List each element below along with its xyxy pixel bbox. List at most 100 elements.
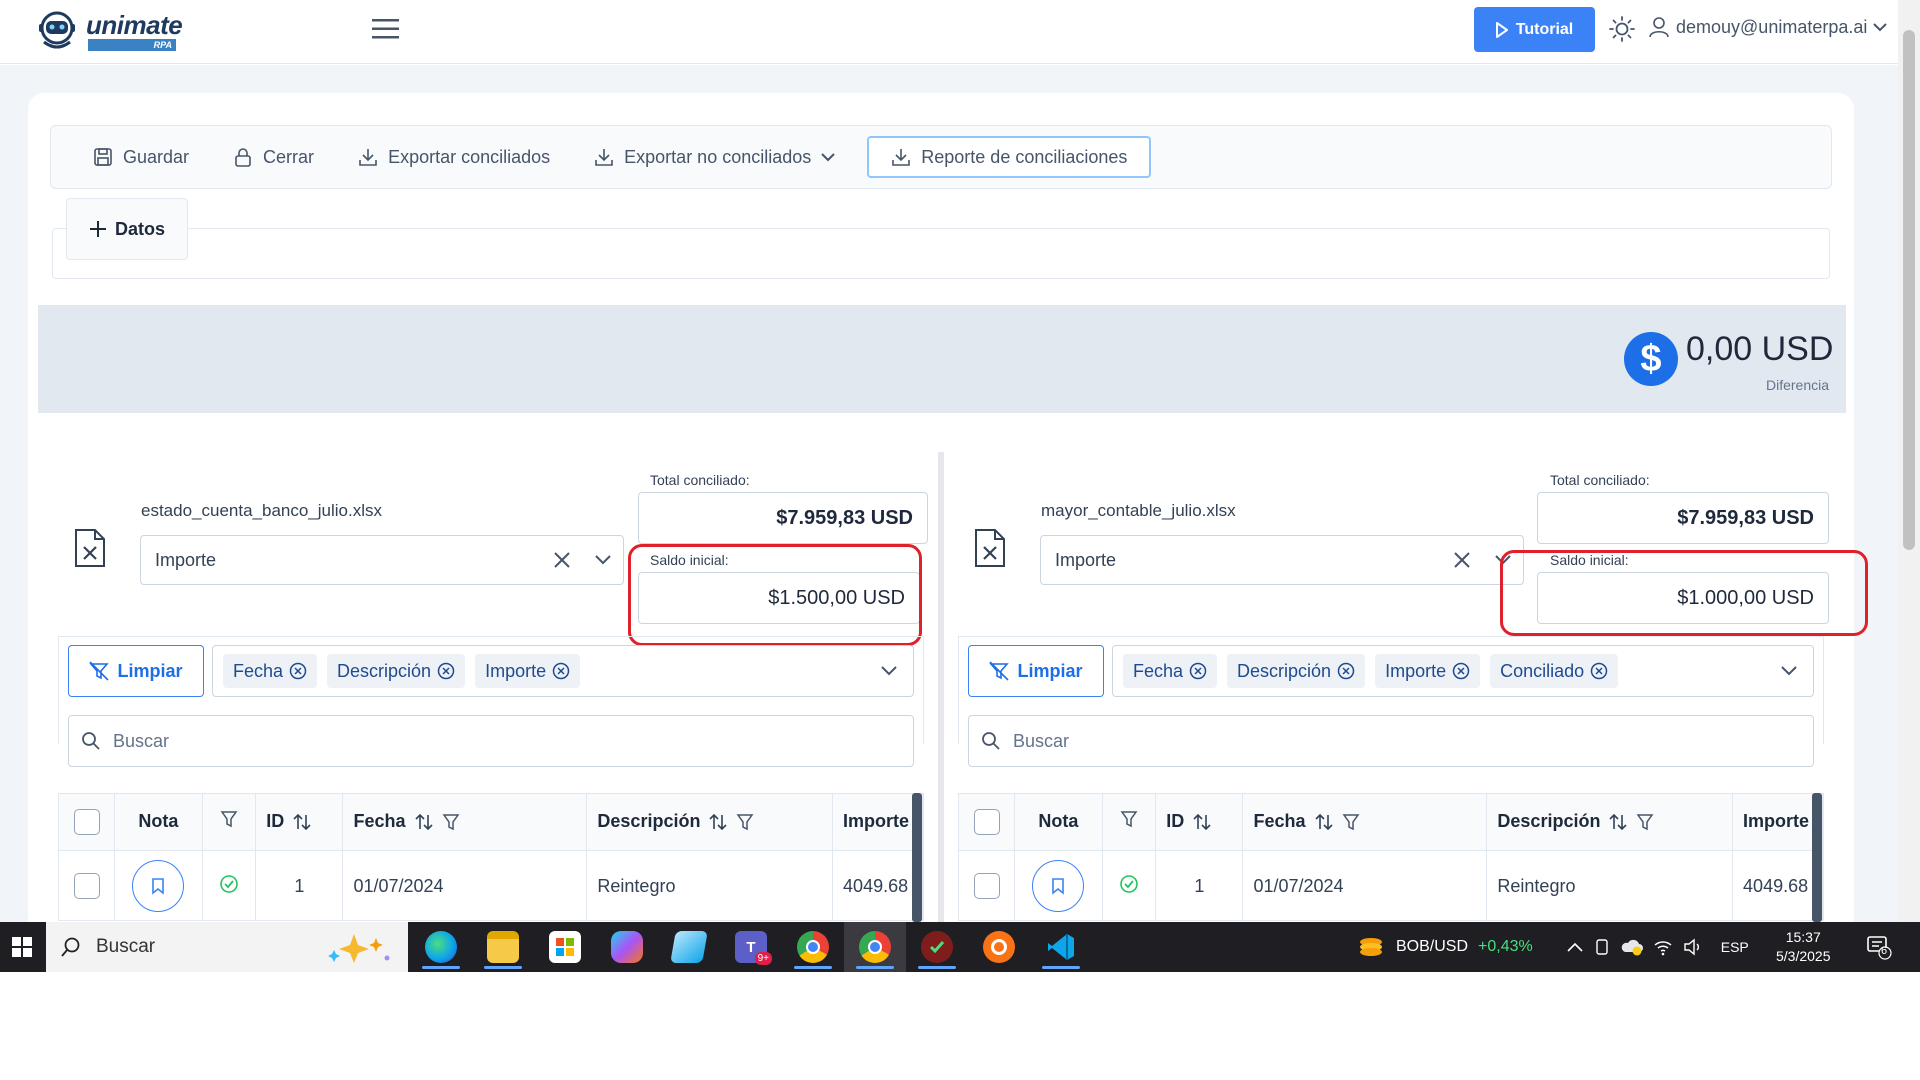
right-table-scrollbar[interactable]: [1812, 793, 1822, 922]
col-descripcion-label: Descripción: [597, 811, 701, 832]
filter-icon[interactable]: [1636, 813, 1654, 831]
left-clear-label: Limpiar: [117, 660, 183, 681]
ticker-name[interactable]: BOB/USD: [1396, 938, 1468, 956]
export-reconciled-button[interactable]: Exportar conciliados: [336, 136, 572, 178]
col-id[interactable]: ID: [1155, 794, 1244, 851]
left-search-placeholder: Buscar: [113, 730, 170, 751]
chip-descripcion[interactable]: Descripción: [1227, 654, 1366, 688]
chip-descripcion[interactable]: Descripción: [327, 654, 466, 688]
taskbar-clock[interactable]: 15:37 5/3/2025: [1776, 928, 1831, 966]
select-all-checkbox[interactable]: [973, 808, 1000, 835]
datos-panel: [52, 228, 1830, 279]
user-menu[interactable]: demouy@unimaterpa.ai: [1648, 16, 1888, 38]
col-fecha-label: Fecha: [1253, 811, 1306, 832]
dollar-icon: $: [1624, 332, 1678, 386]
filter-icon[interactable]: [1342, 813, 1360, 831]
right-column-chips[interactable]: Fecha Descripción Importe Conciliado: [1112, 645, 1814, 697]
datos-tab[interactable]: Datos: [66, 198, 188, 260]
device-icon[interactable]: [1593, 938, 1611, 956]
right-search-input[interactable]: Buscar: [968, 715, 1814, 767]
right-column-select[interactable]: Importe: [1040, 535, 1524, 585]
wifi-icon[interactable]: [1653, 938, 1673, 956]
select-all-checkbox[interactable]: [73, 808, 100, 835]
col-descripcion[interactable]: Descripción: [1486, 794, 1734, 851]
remove-chip-icon[interactable]: [1590, 662, 1608, 680]
remove-chip-icon[interactable]: [289, 662, 307, 680]
taskbar-search[interactable]: Buscar: [46, 922, 408, 972]
save-button[interactable]: Guardar: [71, 136, 211, 178]
close-button[interactable]: Cerrar: [211, 136, 336, 178]
col-importe[interactable]: Importe: [1732, 794, 1823, 851]
chip-fecha[interactable]: Fecha: [1123, 654, 1218, 688]
left-column-select[interactable]: Importe: [140, 535, 624, 585]
chip-importe[interactable]: Importe: [475, 654, 581, 688]
note-button[interactable]: [1032, 860, 1085, 913]
difference-banner: [38, 305, 1846, 413]
windows-start-icon[interactable]: [0, 922, 44, 972]
table-row[interactable]: 1 01/07/2024 Reintegro 4049.68: [59, 850, 923, 920]
remove-chip-icon[interactable]: [1337, 662, 1355, 680]
edge-app-icon[interactable]: [410, 922, 472, 972]
vscode-app-icon[interactable]: [1030, 922, 1092, 972]
chip-label: Descripción: [337, 660, 432, 681]
right-clear-filters-button[interactable]: Limpiar: [968, 645, 1104, 697]
file-explorer-app-icon[interactable]: [472, 922, 534, 972]
col-id-label: ID: [266, 811, 285, 832]
remove-chip-icon[interactable]: [1189, 662, 1207, 680]
col-importe[interactable]: Importe: [832, 794, 923, 851]
chevron-down-icon[interactable]: [593, 549, 613, 571]
chevron-down-icon[interactable]: [1779, 660, 1799, 682]
excel-app-icon[interactable]: [906, 922, 968, 972]
search-icon: [61, 937, 80, 957]
notepad-app-icon[interactable]: [658, 922, 720, 972]
remove-chip-icon[interactable]: [437, 662, 455, 680]
reconciliation-report-button[interactable]: Reporte de conciliaciones: [867, 136, 1152, 178]
tutorial-button[interactable]: Tutorial: [1474, 7, 1595, 52]
clear-icon[interactable]: [1451, 549, 1473, 571]
clear-icon[interactable]: [551, 549, 573, 571]
filter-icon[interactable]: [442, 813, 460, 831]
filter-icon[interactable]: [736, 813, 754, 831]
chrome-profile-app-icon[interactable]: [782, 922, 844, 972]
chevron-down-icon[interactable]: [879, 660, 899, 682]
remove-chip-icon[interactable]: [1452, 662, 1470, 680]
select-all-cell: [959, 794, 1016, 851]
chip-importe[interactable]: Importe: [1375, 654, 1481, 688]
row-checkbox[interactable]: [73, 873, 100, 900]
col-fecha[interactable]: Fecha: [1242, 794, 1488, 851]
col-fecha[interactable]: Fecha: [342, 794, 588, 851]
export-unreconciled-dropdown[interactable]: Exportar no conciliados: [572, 136, 857, 178]
chip-conciliado[interactable]: Conciliado: [1490, 654, 1619, 688]
row-checkbox[interactable]: [973, 873, 1000, 900]
left-clear-filters-button[interactable]: Limpiar: [68, 645, 204, 697]
hamburger-menu-icon[interactable]: [372, 18, 400, 40]
notifications-icon[interactable]: 6: [1866, 934, 1892, 960]
unimate-logo[interactable]: unimate RPA: [36, 8, 186, 54]
right-table: Nota ID Fecha Descripción Importe 1 01/0…: [958, 793, 1824, 921]
remote-app-icon[interactable]: [968, 922, 1030, 972]
page-scrollbar-thumb[interactable]: [1903, 30, 1915, 550]
left-search-input[interactable]: Buscar: [68, 715, 914, 767]
microsoft-store-app-icon[interactable]: [534, 922, 596, 972]
chrome-app-icon[interactable]: [844, 922, 906, 972]
left-column-chips[interactable]: Fecha Descripción Importe: [212, 645, 914, 697]
onedrive-warning-icon[interactable]: [1621, 938, 1643, 956]
copilot-app-icon[interactable]: [596, 922, 658, 972]
col-filter[interactable]: [202, 794, 257, 851]
col-descripcion[interactable]: Descripción: [586, 794, 834, 851]
teams-app-icon[interactable]: T 9+: [720, 922, 782, 972]
col-id[interactable]: ID: [255, 794, 344, 851]
left-select-value: Importe: [155, 549, 217, 570]
chip-fecha[interactable]: Fecha: [223, 654, 318, 688]
volume-icon[interactable]: [1683, 938, 1703, 956]
table-row[interactable]: 1 01/07/2024 Reintegro 4049.68: [959, 850, 1823, 920]
left-table-scrollbar[interactable]: [912, 793, 922, 922]
sun-theme-icon[interactable]: [1609, 16, 1635, 42]
language-indicator[interactable]: ESP: [1721, 939, 1749, 955]
remove-chip-icon[interactable]: [552, 662, 570, 680]
note-button[interactable]: [132, 860, 185, 913]
panel-splitter[interactable]: [938, 452, 944, 922]
col-filter[interactable]: [1102, 794, 1157, 851]
desktop-blank-area: [0, 972, 1920, 1080]
chevron-up-icon[interactable]: [1567, 942, 1583, 952]
